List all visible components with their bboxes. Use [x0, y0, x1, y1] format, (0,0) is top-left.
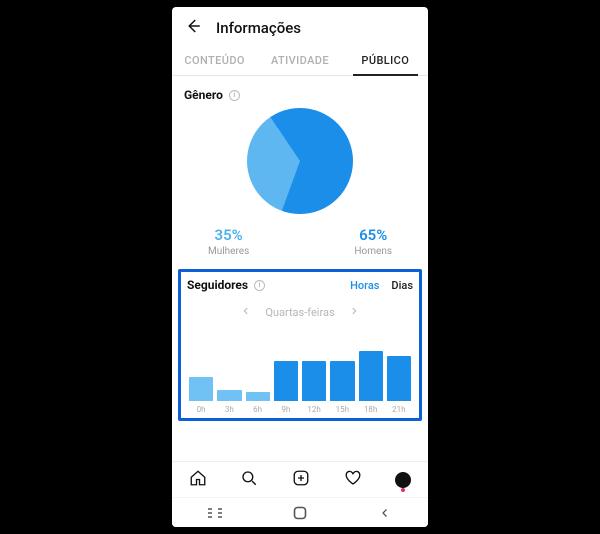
day-navigator: Quartas-feiras [187, 306, 413, 319]
bar [246, 392, 270, 401]
bar-label: 9h [274, 405, 298, 414]
chevron-right-icon[interactable] [349, 306, 359, 319]
profile-icon[interactable] [395, 472, 411, 488]
back-soft-icon[interactable] [376, 507, 394, 519]
notification-dot-icon [401, 488, 405, 492]
followers-bar-chart [187, 329, 413, 401]
recents-icon[interactable] [206, 507, 224, 519]
search-icon[interactable] [240, 469, 258, 491]
tab-audience[interactable]: PÚBLICO [343, 45, 428, 75]
toggle-days[interactable]: Dias [391, 279, 413, 292]
bar-label: 15h [330, 405, 354, 414]
current-day: Quartas-feiras [265, 306, 334, 319]
bar [302, 361, 326, 401]
bar-label: 18h [359, 405, 383, 414]
app-tab-bar [172, 461, 428, 497]
legend-male: 65% Homens [354, 226, 392, 257]
header: Informações [172, 7, 428, 45]
content-area: Gênero i 35% Mulheres 65% Homens [172, 76, 428, 461]
home-soft-icon[interactable] [291, 506, 309, 520]
bar-x-labels: 0h 3h 6h 9h 12h 15h 18h 21h [187, 401, 413, 414]
section-gender: Gênero i 35% Mulheres 65% Homens [172, 76, 428, 257]
bar-label: 0h [189, 405, 213, 414]
bar [189, 377, 213, 401]
chevron-left-icon[interactable] [241, 306, 251, 319]
followers-highlight-box: Seguidores i Horas Dias Quartas-feiras 0… [178, 269, 422, 421]
followers-toggle: Horas Dias [350, 279, 413, 292]
bar-label: 3h [217, 405, 241, 414]
bar [359, 351, 383, 401]
bar-label: 12h [302, 405, 326, 414]
tab-activity[interactable]: ATIVIDADE [257, 45, 342, 75]
app-screen: Informações CONTEÚDO ATIVIDADE PÚBLICO G… [172, 7, 428, 527]
male-percent: 65% [354, 226, 392, 244]
bar [274, 361, 298, 401]
toggle-hours[interactable]: Horas [350, 279, 379, 292]
female-label: Mulheres [208, 246, 249, 257]
system-nav-bar [172, 497, 428, 527]
bar-label: 21h [387, 405, 411, 414]
activity-heart-icon[interactable] [344, 469, 362, 491]
male-label: Homens [354, 246, 392, 257]
bar-label: 6h [246, 405, 270, 414]
bar [387, 356, 411, 401]
bar [330, 361, 354, 401]
page-title: Informações [216, 19, 301, 37]
followers-title: Seguidores [187, 278, 248, 292]
info-icon[interactable]: i [229, 90, 240, 101]
tab-content[interactable]: CONTEÚDO [172, 45, 257, 75]
bar [217, 390, 241, 401]
legend-female: 35% Mulheres [208, 226, 249, 257]
info-icon[interactable]: i [254, 280, 265, 291]
back-icon[interactable] [184, 17, 202, 39]
gender-title: Gênero [184, 88, 223, 102]
gender-pie-chart [247, 108, 353, 214]
female-percent: 35% [208, 226, 249, 244]
add-post-icon[interactable] [292, 469, 310, 491]
insights-tabs: CONTEÚDO ATIVIDADE PÚBLICO [172, 45, 428, 76]
home-icon[interactable] [189, 469, 207, 491]
